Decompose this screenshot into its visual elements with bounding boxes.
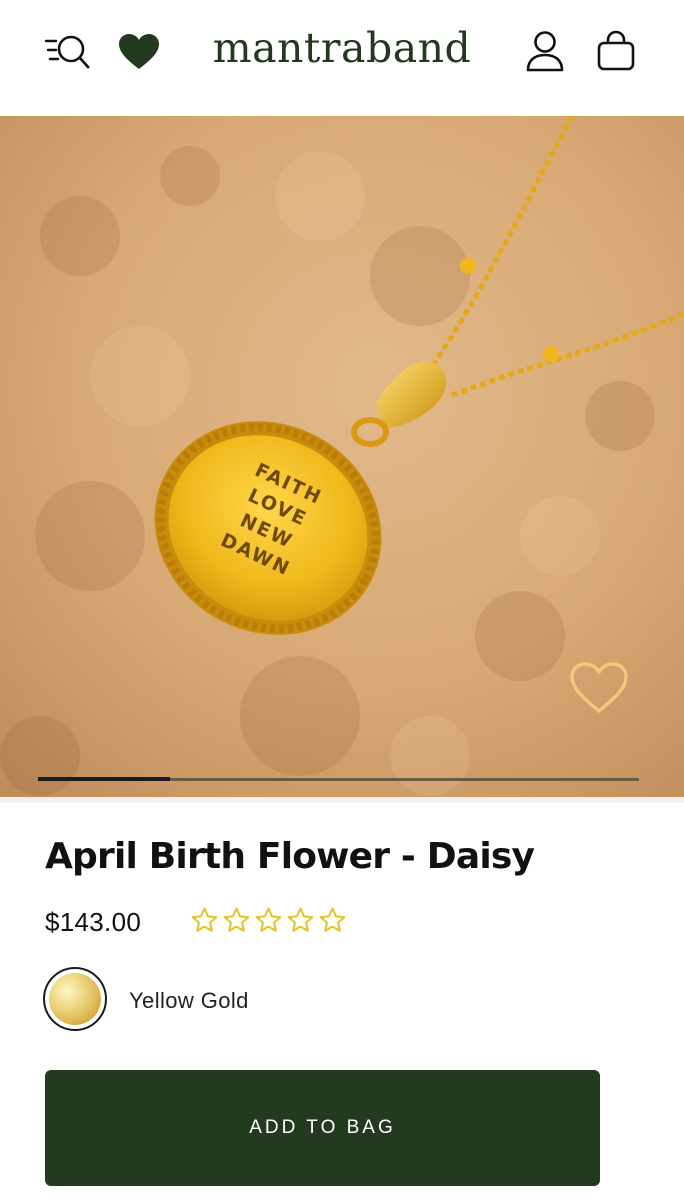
gold-swatch-icon (49, 973, 101, 1025)
star-icon (287, 907, 314, 932)
shopping-bag-icon (597, 30, 635, 71)
bag-button[interactable] (596, 30, 636, 72)
product-title: April Birth Flower - Daisy (45, 836, 535, 877)
gallery-progress-fill (38, 777, 171, 781)
gallery-progress-bar (38, 777, 639, 781)
heart-outline-icon (570, 662, 628, 713)
variant-swatch-yellow-gold[interactable] (43, 967, 107, 1031)
add-to-bag-button[interactable]: ADD TO BAG (45, 1070, 600, 1186)
account-button[interactable] (525, 30, 565, 72)
star-icon (223, 907, 250, 932)
star-icon (319, 907, 346, 932)
brand-logo[interactable]: mantraband (0, 24, 684, 72)
section-divider (0, 797, 684, 803)
variant-label: Yellow Gold (129, 988, 249, 1013)
star-icon (191, 907, 218, 932)
user-icon (526, 31, 564, 72)
rating-stars[interactable] (190, 906, 347, 935)
star-icon (255, 907, 282, 932)
product-price: $143.00 (45, 907, 142, 937)
site-header: mantraband (0, 0, 684, 116)
product-image-gallery[interactable]: FAITH LOVE NEW DAWN (0, 116, 684, 797)
image-wishlist-button[interactable] (568, 660, 630, 716)
